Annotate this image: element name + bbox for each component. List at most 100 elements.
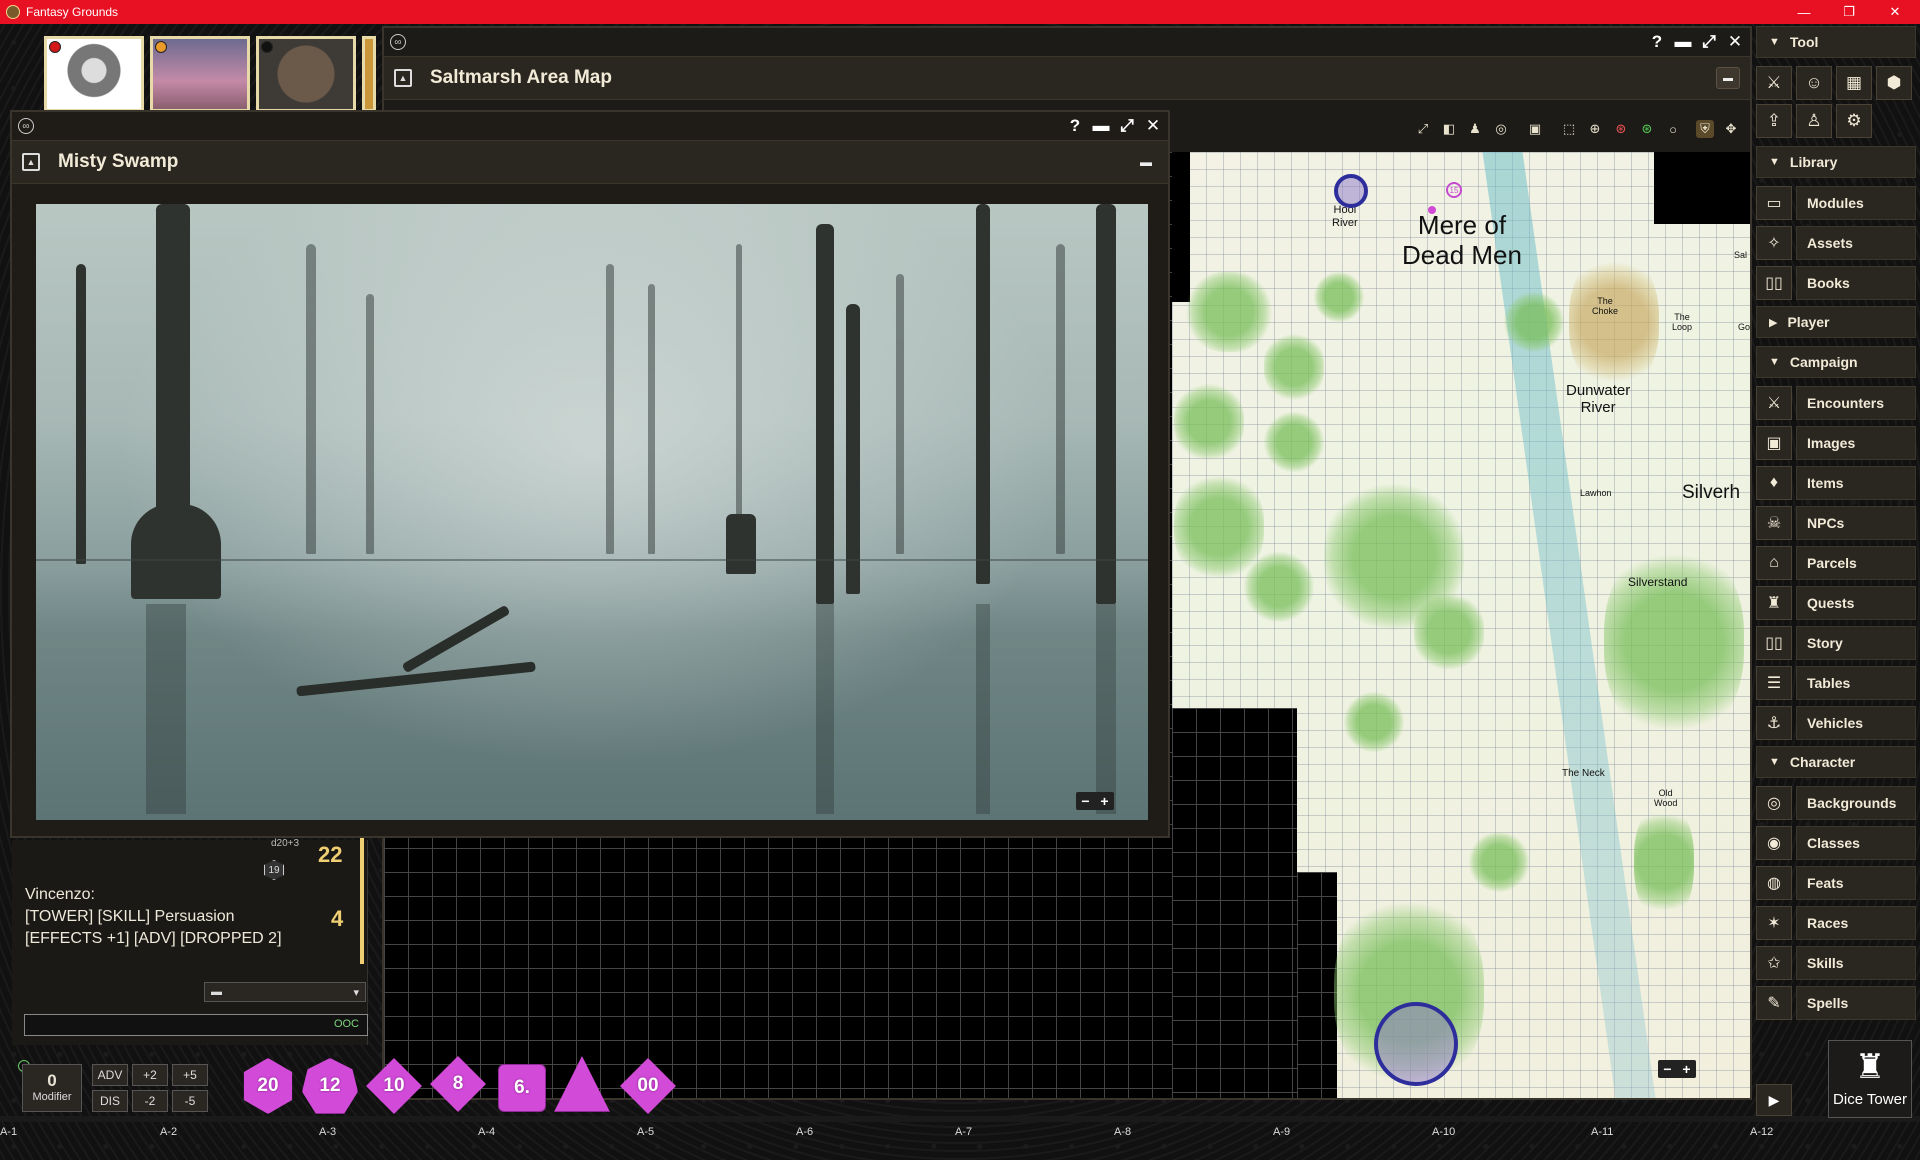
map-zoom-control[interactable]: − + <box>1658 1060 1696 1078</box>
link-icon[interactable]: ∞ <box>18 118 34 134</box>
minimize-window-button[interactable]: ▬ <box>1674 32 1692 52</box>
close-button[interactable]: ✕ <box>1872 0 1918 24</box>
zoom-in-icon[interactable]: + <box>1682 1061 1690 1077</box>
sidebar-section-player[interactable]: ▶ Player <box>1756 306 1916 338</box>
ruler-label: A-6 <box>796 1126 814 1138</box>
tool-icons: ⚔ ☺ ▦ ⬢ ⇪ ♙ ⚙ <box>1756 66 1916 138</box>
camera-icon[interactable]: ◧ <box>1440 120 1458 138</box>
close-window-button[interactable]: ✕ <box>1144 116 1162 136</box>
sidebar-item-classes[interactable]: ◉ Classes <box>1756 826 1916 860</box>
sidebar-item-spells[interactable]: ✎ Spells <box>1756 986 1916 1020</box>
target-icon[interactable]: ◎ <box>1492 120 1510 138</box>
expand-icon[interactable]: ⤢ <box>1414 120 1432 138</box>
sidebar-item-vehicles[interactable]: ⚓ Vehicles <box>1756 706 1916 740</box>
help-button[interactable]: ? <box>1648 32 1666 52</box>
d20-icon[interactable]: ⬢ <box>1876 66 1912 100</box>
maximize-window-button[interactable]: ⤢ <box>1118 116 1136 136</box>
move-icon[interactable]: ✥ <box>1722 120 1740 138</box>
target-green-icon[interactable]: ⊛ <box>1638 120 1656 138</box>
sidebar-item-encounters[interactable]: ⚔ Encounters <box>1756 386 1916 420</box>
sidebar-section-tool[interactable]: ▼ Tool <box>1756 26 1916 58</box>
portrait-character-1[interactable] <box>44 36 144 112</box>
plus2-button[interactable]: +2 <box>132 1064 168 1086</box>
map-label-lawhon: Lawhon <box>1580 488 1612 498</box>
maximize-window-button[interactable]: ⤢ <box>1700 32 1718 52</box>
chat-mode-select[interactable]: ▬ ▾ <box>204 982 366 1002</box>
map-token-large[interactable] <box>1374 1002 1458 1086</box>
sidebar-item-backgrounds[interactable]: ◎ Backgrounds <box>1756 786 1916 820</box>
sidebar-item-label: Quests <box>1796 586 1916 620</box>
sidebar-item-images[interactable]: ▣ Images <box>1756 426 1916 460</box>
plus5-button[interactable]: +5 <box>172 1064 208 1086</box>
portrait-character-3[interactable] <box>256 36 356 112</box>
portrait-character-4[interactable] <box>362 36 376 112</box>
sidebar-item-label: Tables <box>1796 666 1916 700</box>
swamp-image[interactable]: − + <box>36 204 1148 820</box>
select-icon[interactable]: ⬚ <box>1560 120 1578 138</box>
map-label-silverh: Silverh <box>1682 482 1741 503</box>
d6-icon[interactable]: 6. <box>498 1064 546 1112</box>
ruler-label: A-5 <box>637 1126 655 1138</box>
restore-button[interactable]: ❐ <box>1826 0 1872 24</box>
sidebar-item-races[interactable]: ✶ Races <box>1756 906 1916 940</box>
dice-tower-button[interactable]: ♜ Dice Tower <box>1828 1040 1912 1118</box>
zoom-out-icon[interactable]: − <box>1081 793 1089 809</box>
chevron-down-icon: ▼ <box>1769 36 1780 48</box>
sidebar-item-books[interactable]: ▯▯ Books <box>1756 266 1916 300</box>
link-icon[interactable]: ∞ <box>390 34 406 50</box>
dna-icon: ✶ <box>1756 906 1792 940</box>
adv-button[interactable]: ADV <box>92 1064 128 1086</box>
help-button[interactable]: ? <box>1066 116 1084 136</box>
section-label: Character <box>1789 754 1856 770</box>
sidebar-section-character[interactable]: ▼ Character <box>1756 746 1916 778</box>
gear-icon[interactable]: ⚙ <box>1836 104 1872 138</box>
portrait-character-2[interactable] <box>150 36 250 112</box>
sidebar-item-story[interactable]: ▯▯ Story <box>1756 626 1916 660</box>
map-window-topbar[interactable]: ∞ ? ▬ ⤢ ✕ <box>384 28 1750 56</box>
menu-icon[interactable]: ▬ <box>1134 151 1158 173</box>
sidebar-item-assets[interactable]: ✧ Assets <box>1756 226 1916 260</box>
sidebar-section-campaign[interactable]: ▼ Campaign <box>1756 346 1916 378</box>
play-icon[interactable]: ▶ <box>1756 1084 1792 1116</box>
image-zoom-control[interactable]: − + <box>1076 792 1114 810</box>
minus5-button[interactable]: -5 <box>172 1090 208 1112</box>
sidebar-section-library[interactable]: ▼ Library <box>1756 146 1916 178</box>
menu-icon[interactable]: ▬ <box>1716 67 1740 89</box>
minimize-button[interactable]: — <box>1781 0 1827 24</box>
sidebar-item-label: Parcels <box>1796 546 1916 580</box>
party-icon[interactable]: ☺ <box>1796 66 1832 100</box>
minus2-button[interactable]: -2 <box>132 1090 168 1112</box>
sidebar-item-feats[interactable]: ◍ Feats <box>1756 866 1916 900</box>
sidebar-item-items[interactable]: ♦ Items <box>1756 466 1916 500</box>
sidebar-item-quests[interactable]: ♜ Quests <box>1756 586 1916 620</box>
map-label-go: Go <box>1738 322 1751 332</box>
mask-icon[interactable]: ▣ <box>1526 120 1544 138</box>
sidebar-item-skills[interactable]: ✩ Skills <box>1756 946 1916 980</box>
sidebar-item-modules[interactable]: ▭ Modules <box>1756 186 1916 220</box>
ruler-label: A-7 <box>955 1126 973 1138</box>
app-title: Fantasy Grounds <box>26 5 119 19</box>
upload-icon[interactable]: ⇪ <box>1756 104 1792 138</box>
map-token[interactable] <box>1334 174 1368 208</box>
sidebar-item-tables[interactable]: ☰ Tables <box>1756 666 1916 700</box>
close-window-button[interactable]: ✕ <box>1726 32 1744 52</box>
sidebar-item-label: Books <box>1796 266 1916 300</box>
sidebar-item-npcs[interactable]: ☠ NPCs <box>1756 506 1916 540</box>
shield-icon[interactable]: ⛨ <box>1696 120 1714 138</box>
map-label-the-neck: The Neck <box>1562 768 1605 779</box>
minimize-window-button[interactable]: ▬ <box>1092 116 1110 136</box>
sidebar-item-parcels[interactable]: ⌂ Parcels <box>1756 546 1916 580</box>
person-icon[interactable]: ♟ <box>1466 120 1484 138</box>
zoom-out-icon[interactable]: − <box>1663 1061 1671 1077</box>
swords-icon[interactable]: ⚔ <box>1756 66 1792 100</box>
user-icon[interactable]: ♙ <box>1796 104 1832 138</box>
crosshair-icon[interactable]: ⊕ <box>1586 120 1604 138</box>
image-window-topbar[interactable]: ∞ ? ▬ ⤢ ✕ <box>12 112 1168 140</box>
circle-icon[interactable]: ○ <box>1664 120 1682 138</box>
target-red-icon[interactable]: ⊛ <box>1612 120 1630 138</box>
chat-input[interactable]: OOC <box>24 1014 368 1036</box>
zoom-in-icon[interactable]: + <box>1100 793 1108 809</box>
dis-button[interactable]: DIS <box>92 1090 128 1112</box>
calendar-icon[interactable]: ▦ <box>1836 66 1872 100</box>
modifier-box[interactable]: 0 Modifier <box>22 1064 82 1112</box>
